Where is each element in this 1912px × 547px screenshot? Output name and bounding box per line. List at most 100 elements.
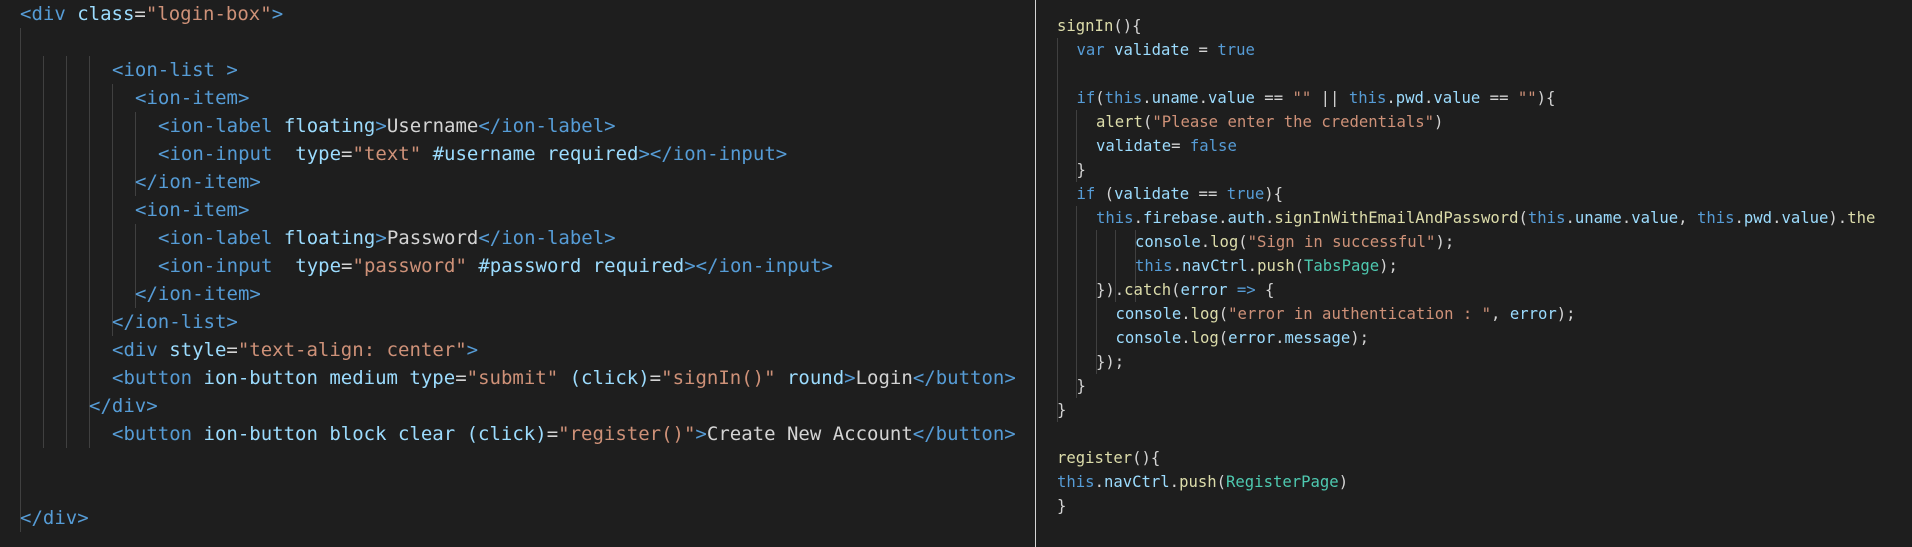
code-token: TabsPage xyxy=(1304,257,1380,275)
code-token: }). xyxy=(1096,281,1125,299)
code-token: ( xyxy=(1238,233,1248,251)
right-code-line: } xyxy=(1057,494,1066,518)
code-token: > xyxy=(375,115,387,137)
code-token: console xyxy=(1135,233,1201,251)
code-token: message xyxy=(1284,329,1351,347)
code-token: ); xyxy=(1379,257,1398,275)
code-token: <button xyxy=(112,423,204,445)
code-token: value xyxy=(1781,209,1829,227)
code-token: the xyxy=(1847,209,1876,227)
code-token: { xyxy=(1265,281,1275,299)
code-token: } xyxy=(1057,497,1067,515)
right-indent-guide xyxy=(1057,38,1058,422)
code-token: <ion-input xyxy=(158,143,296,165)
code-token: signIn xyxy=(1057,17,1114,35)
left-code-line: </ion-item> xyxy=(135,168,261,196)
code-token: this xyxy=(1104,89,1143,107)
code-token: ); xyxy=(1435,233,1455,251)
code-token: "text" xyxy=(352,143,422,165)
code-token: value xyxy=(1631,209,1679,227)
right-code-line: alert("Please enter the credentials") xyxy=(1096,110,1443,134)
code-token: = xyxy=(341,255,353,277)
code-token: #username required xyxy=(421,143,639,165)
code-token: validate xyxy=(1096,137,1172,155)
left-code-line: </div> xyxy=(89,392,158,420)
code-token: . xyxy=(1142,89,1152,107)
code-token: if xyxy=(1076,185,1105,203)
right-code-line: } xyxy=(1077,158,1086,182)
code-token: . xyxy=(1181,329,1191,347)
code-token: "error in authentication : " xyxy=(1228,305,1492,323)
code-token: } xyxy=(1057,401,1067,419)
code-token: . xyxy=(1094,473,1104,491)
code-token: ion-button block clear (click) xyxy=(203,423,547,445)
left-code-line: <ion-input type="password" #password req… xyxy=(158,252,833,280)
code-token: alert xyxy=(1096,113,1143,131)
left-code-line: <ion-input type="text" #username require… xyxy=(158,140,787,168)
code-token: #password required xyxy=(466,255,685,277)
left-code-line: <ion-item> xyxy=(135,84,249,112)
code-token: Username xyxy=(386,115,479,137)
code-token: error xyxy=(1228,329,1276,347)
code-token: </ion-item> xyxy=(135,283,261,305)
left-code-line: <div class="login-box"> xyxy=(20,0,283,28)
code-token: "text-align: center" xyxy=(237,339,467,361)
right-code-line: console.log("error in authentication : "… xyxy=(1116,302,1576,326)
code-token: error xyxy=(1180,281,1228,299)
code-token: </div> xyxy=(89,395,158,417)
code-token: || xyxy=(1311,89,1349,107)
code-token: = xyxy=(649,367,662,389)
right-code-line: }); xyxy=(1096,350,1124,374)
code-token: ) xyxy=(1434,113,1444,131)
code-token: <div xyxy=(20,3,78,25)
code-token: <ion-label xyxy=(158,227,284,249)
code-token: "Please enter the credentials" xyxy=(1152,113,1434,131)
code-token: ( xyxy=(1294,257,1305,275)
left-code-line: </ion-item> xyxy=(135,280,261,308)
left-code-editor[interactable]: <div class="login-box"> <ion-list > <ion-i… xyxy=(0,0,1035,547)
code-token: ( xyxy=(1518,209,1528,227)
code-token: Login xyxy=(855,367,913,389)
code-token: </button> xyxy=(912,367,1016,389)
code-token: </ion-label> xyxy=(478,115,616,137)
code-token: } xyxy=(1076,161,1086,179)
code-token: ). xyxy=(1828,209,1848,227)
code-token: this xyxy=(1135,257,1173,275)
left-code-line: <button ion-button medium type="submit" … xyxy=(112,364,1016,392)
code-token: uname xyxy=(1151,89,1199,107)
code-token: <ion-item> xyxy=(135,87,250,109)
code-token: if xyxy=(1076,89,1096,107)
right-indent-guide xyxy=(1076,206,1077,398)
right-code-line: console.log(error.message); xyxy=(1116,326,1370,350)
code-token: , xyxy=(1678,209,1697,227)
code-token: </ion-list> xyxy=(112,311,238,333)
code-token: > xyxy=(466,339,479,361)
left-code-line: </ion-list> xyxy=(112,308,238,336)
left-code-line: <ion-list > xyxy=(112,56,238,84)
code-token: type xyxy=(295,143,342,165)
code-token: ( xyxy=(1104,185,1115,203)
code-token: "" xyxy=(1292,89,1312,107)
code-token: </ion-item> xyxy=(135,171,261,193)
code-token: <ion-list xyxy=(112,59,227,81)
code-token: ( xyxy=(1218,305,1229,323)
code-token: (){ xyxy=(1132,449,1161,467)
right-code-line: if (validate == true){ xyxy=(1077,182,1284,206)
code-token: auth xyxy=(1227,209,1266,227)
code-token: "password" xyxy=(352,255,467,277)
code-token: = xyxy=(341,143,353,165)
code-token: . xyxy=(1198,89,1208,107)
code-token: uname xyxy=(1574,209,1622,227)
code-token: . xyxy=(1565,209,1575,227)
right-code-line: validate= false xyxy=(1096,134,1237,158)
code-token: ); xyxy=(1350,329,1370,347)
code-token: . xyxy=(1386,89,1396,107)
code-token: false xyxy=(1189,137,1237,155)
right-code-area[interactable]: signIn(){var validate = true if(this.unam… xyxy=(1036,0,1912,547)
code-token: ion-button medium type xyxy=(203,367,456,389)
code-token: ></ion-input> xyxy=(638,143,788,165)
code-token: round xyxy=(775,367,845,389)
right-code-editor[interactable]: signIn(){var validate = true if(this.unam… xyxy=(1035,0,1912,547)
left-code-area[interactable]: <div class="login-box"> <ion-list > <ion-i… xyxy=(0,0,1035,547)
code-token: true xyxy=(1217,41,1255,59)
